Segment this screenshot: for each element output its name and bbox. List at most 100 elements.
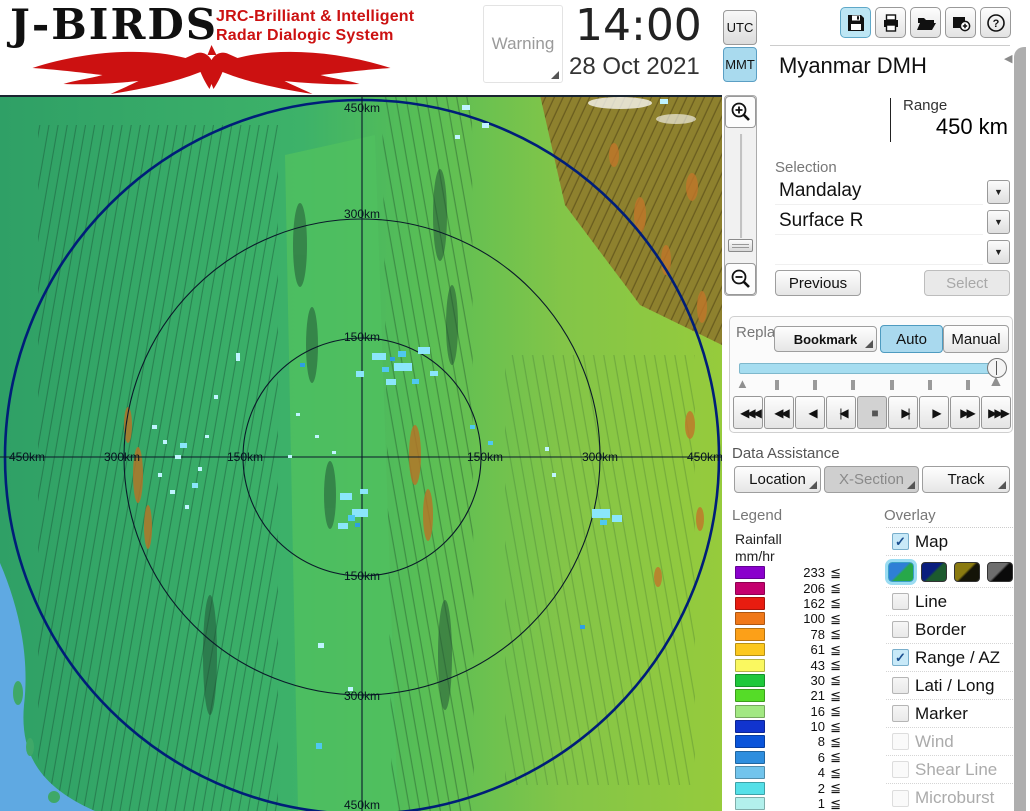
floppy-save-icon (847, 14, 864, 31)
line-checkbox[interactable]: ✓ (892, 593, 909, 610)
range-az-checkbox[interactable]: ✓ (892, 649, 909, 666)
marker-checkbox[interactable]: ✓ (892, 705, 909, 722)
map-style-swatch-3[interactable] (954, 561, 980, 582)
ring-label-left-300: 300km (104, 450, 140, 464)
range-value: 450 km (935, 114, 1008, 139)
save-button[interactable] (840, 7, 871, 38)
border-checkbox[interactable]: ✓ (892, 621, 909, 638)
overlay-row-marker[interactable]: ✓ Marker (886, 700, 1013, 728)
option-dropdown-value[interactable] (775, 239, 983, 265)
select-button[interactable]: Select (924, 270, 1010, 296)
overlay-row-map[interactable]: ✓ Map (886, 528, 1013, 556)
legend-row: 1 ≦ (735, 796, 841, 811)
range-label: Range (903, 97, 948, 114)
legend-swatch (735, 643, 765, 657)
chevron-down-icon: ▼ (994, 187, 1003, 197)
site-dropdown: Mandalay ▼ (775, 179, 1010, 206)
print-button[interactable] (875, 7, 906, 38)
zoom-in-button[interactable] (725, 96, 756, 128)
warning-button[interactable]: Warning (483, 5, 563, 83)
legend-title-2: mm/hr (735, 548, 775, 564)
overlay-label: Overlay (884, 507, 936, 524)
legend-row: 8 ≦ (735, 734, 841, 749)
play-reverse-button[interactable]: ◀ (795, 396, 825, 429)
manual-mode-button[interactable]: Manual (943, 325, 1009, 353)
help-icon: ? (986, 13, 1005, 32)
site-dropdown-button[interactable]: ▼ (987, 180, 1010, 204)
product-dropdown-value[interactable]: Surface R (775, 209, 983, 235)
overlay-row-border[interactable]: ✓ Border (886, 616, 1013, 644)
fwd-fastest-button[interactable]: ▶▶▶ (981, 396, 1011, 429)
zoom-slider-thumb[interactable] (728, 239, 753, 252)
capture-button[interactable] (945, 7, 976, 38)
replay-slider-track[interactable] (739, 363, 1006, 374)
rev-fast-button[interactable]: ◀◀ (764, 396, 794, 429)
header-divider (770, 45, 1010, 46)
logo-subtitle-2: Radar Dialogic System (216, 27, 394, 44)
open-file-button[interactable] (910, 7, 941, 38)
rev-fastest-button[interactable]: ◀◀◀ (733, 396, 763, 429)
check-icon: ✓ (895, 650, 906, 665)
map-style-swatch-4[interactable] (987, 561, 1013, 582)
lati-long-checkbox[interactable]: ✓ (892, 677, 909, 694)
legend-swatch (735, 627, 765, 641)
toolbar: ? (840, 7, 1011, 38)
step-forward-button[interactable]: ▶| (888, 396, 918, 429)
slider-tick (966, 380, 970, 390)
ring-label-right-450: 450km (687, 450, 722, 464)
auto-mode-button[interactable]: Auto (880, 325, 943, 353)
check-icon: ✓ (895, 534, 906, 549)
stop-button[interactable]: ■ (857, 396, 887, 429)
replay-panel: Replay Bookmark Auto Manual ▲ ▲ ◀◀◀ ◀◀ ◀… (729, 316, 1013, 433)
map-style-swatch-2[interactable] (921, 561, 947, 582)
option-dropdown-button[interactable]: ▼ (987, 240, 1010, 264)
product-dropdown-button[interactable]: ▼ (987, 210, 1010, 234)
step-back-button[interactable]: |◀ (826, 396, 856, 429)
overlay-row-range-az[interactable]: ✓ Range / AZ (886, 644, 1013, 672)
play-button[interactable]: ▶ (919, 396, 949, 429)
track-button[interactable]: Track (922, 466, 1010, 493)
map-style-row (885, 556, 1013, 588)
legend-swatch (735, 581, 765, 595)
ring-label-top-150: 150km (344, 330, 380, 344)
x-section-button[interactable]: X-Section (824, 466, 919, 493)
previous-button-label: Previous (788, 274, 848, 292)
legend-swatch (735, 781, 765, 795)
app-logo-title: J-BIRDS (10, 0, 219, 49)
map-checkbox[interactable]: ✓ (892, 533, 909, 550)
overlay-row-line[interactable]: ✓ Line (886, 588, 1013, 616)
help-button[interactable]: ? (980, 7, 1011, 38)
slider-end-marker-icon[interactable]: ▲ (988, 373, 1004, 391)
mmt-toggle-button[interactable]: MMT (723, 47, 757, 82)
slider-start-marker-icon[interactable]: ▲ (736, 376, 749, 391)
legend-row: 21 ≦ (735, 688, 841, 703)
legend-row: 78 ≦ (735, 626, 841, 642)
collapse-panel-arrow-icon[interactable]: ◀ (1004, 52, 1012, 65)
ring-label-bottom-450: 450km (344, 798, 380, 811)
printer-icon (883, 13, 898, 32)
zoom-out-button[interactable] (725, 263, 756, 295)
playback-controls: ◀◀◀ ◀◀ ◀ |◀ ■ ▶| ▶ ▶▶ ▶▶▶ (733, 396, 1011, 429)
rainfall-legend: 233 ≦ 206 ≦ 162 ≦ 100 ≦ 78 ≦ 61 ≦ 43 ≦ 30 ≦ 21 ≦ … (735, 565, 841, 811)
slider-tick (890, 380, 894, 390)
map-zoom-control (724, 95, 757, 296)
legend-swatch (735, 735, 765, 749)
location-button[interactable]: Location (734, 466, 821, 493)
utc-label: UTC (726, 20, 754, 35)
fwd-fast-button[interactable]: ▶▶ (950, 396, 980, 429)
zoom-slider-groove[interactable] (740, 134, 743, 238)
overlay-row-lati-long[interactable]: ✓ Lati / Long (886, 672, 1013, 700)
radar-map-display[interactable]: 450km 300km 150km 150km 300km 450km 450k… (0, 95, 722, 811)
utc-toggle-button[interactable]: UTC (723, 10, 757, 45)
side-panel-handle[interactable] (1014, 47, 1026, 811)
site-dropdown-value[interactable]: Mandalay (775, 179, 983, 205)
track-button-label: Track (947, 471, 985, 488)
magnifier-minus-icon (731, 269, 750, 288)
manual-mode-label: Manual (951, 330, 1001, 348)
previous-button[interactable]: Previous (775, 270, 861, 296)
product-dropdown: Surface R ▼ (775, 209, 1010, 236)
bookmark-button[interactable]: Bookmark (774, 326, 877, 352)
map-style-swatch-1[interactable] (885, 558, 917, 585)
legend-swatch (735, 612, 765, 626)
legend-swatch (735, 766, 765, 780)
